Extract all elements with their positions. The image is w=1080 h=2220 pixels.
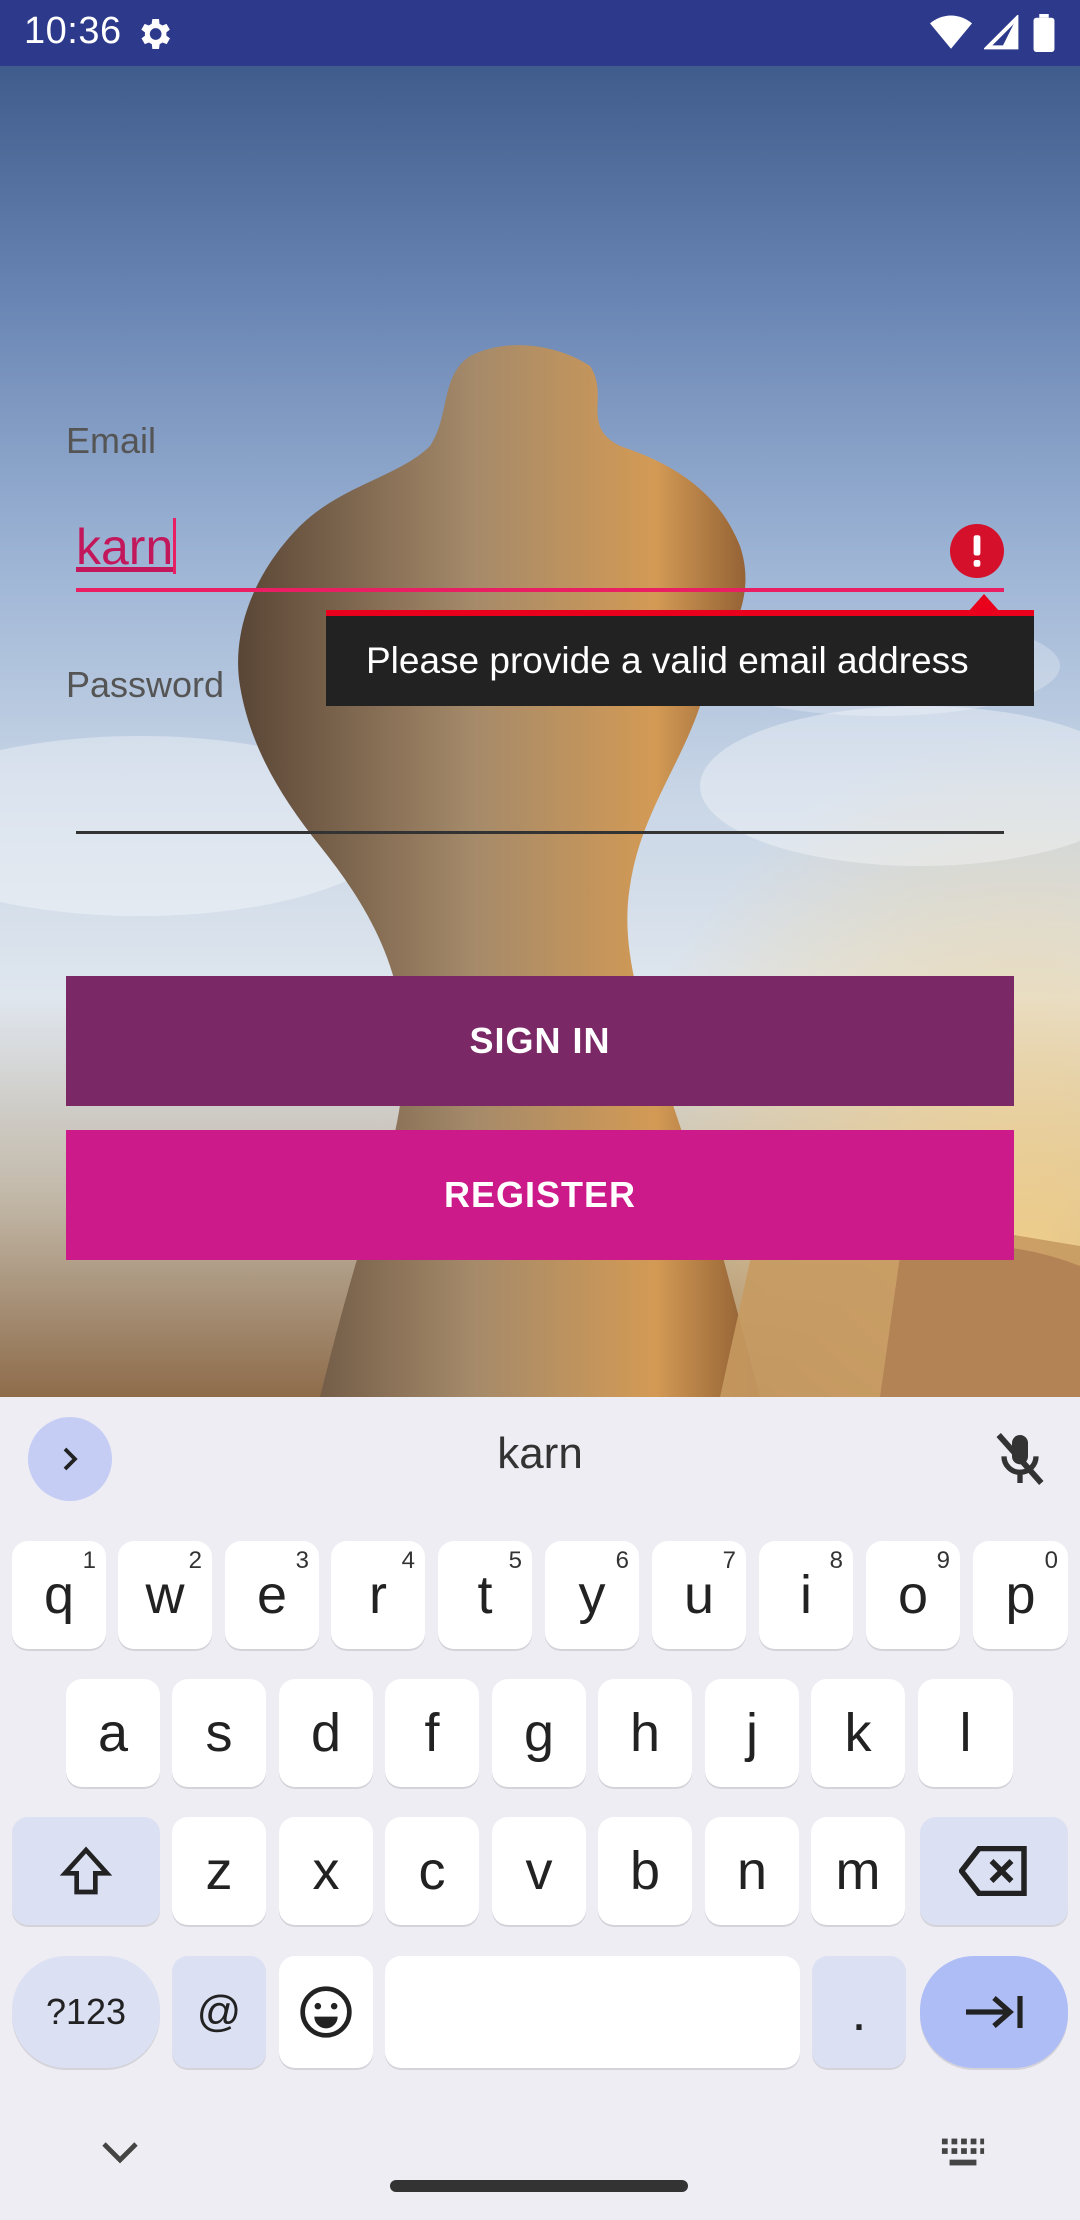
key-o[interactable]: o9 bbox=[866, 1541, 960, 1649]
key-d[interactable]: d bbox=[279, 1679, 373, 1787]
period-key[interactable]: . bbox=[812, 1956, 906, 2068]
text-caret bbox=[173, 518, 176, 574]
error-tooltip-text: Please provide a valid email address bbox=[366, 640, 969, 681]
next-key[interactable] bbox=[920, 1956, 1068, 2068]
status-time: 10:36 bbox=[24, 10, 122, 52]
battery-icon bbox=[1033, 14, 1055, 52]
suggestion-strip: karn bbox=[0, 1397, 1080, 1517]
error-icon bbox=[950, 524, 1004, 578]
emoji-icon bbox=[300, 1986, 352, 2038]
backspace-icon bbox=[959, 1846, 1027, 1896]
key-n[interactable]: n bbox=[705, 1817, 799, 1925]
register-button[interactable]: REGISTER bbox=[66, 1130, 1014, 1260]
key-q[interactable]: q1 bbox=[12, 1541, 106, 1649]
key-z[interactable]: z bbox=[172, 1817, 266, 1925]
key-s[interactable]: s bbox=[172, 1679, 266, 1787]
error-tooltip: Please provide a valid email address bbox=[326, 610, 1034, 706]
emoji-key[interactable] bbox=[279, 1956, 373, 2068]
key-a[interactable]: a bbox=[66, 1679, 160, 1787]
status-icons bbox=[930, 14, 1056, 52]
shift-key[interactable] bbox=[12, 1817, 160, 1925]
email-field[interactable]: karn bbox=[76, 510, 1004, 592]
key-i[interactable]: i8 bbox=[759, 1541, 853, 1649]
symbols-key[interactable]: ?123 bbox=[12, 1956, 160, 2068]
at-key[interactable]: @ bbox=[172, 1956, 266, 2068]
key-j[interactable]: j bbox=[705, 1679, 799, 1787]
gear-icon bbox=[141, 19, 170, 49]
email-input-value[interactable]: karn bbox=[76, 518, 173, 576]
sign-in-button[interactable]: SIGN IN bbox=[66, 976, 1014, 1106]
email-underline bbox=[76, 588, 1004, 592]
key-m[interactable]: m bbox=[811, 1817, 905, 1925]
key-k[interactable]: k bbox=[811, 1679, 905, 1787]
key-c[interactable]: c bbox=[385, 1817, 479, 1925]
key-w[interactable]: w2 bbox=[118, 1541, 212, 1649]
key-x[interactable]: x bbox=[279, 1817, 373, 1925]
key-b[interactable]: b bbox=[598, 1817, 692, 1925]
backspace-key[interactable] bbox=[920, 1817, 1068, 1925]
key-l[interactable]: l bbox=[918, 1679, 1013, 1787]
email-label: Email bbox=[66, 420, 157, 461]
key-v[interactable]: v bbox=[492, 1817, 586, 1925]
soft-keyboard: karn q1 w2 e3 r4 t5 y6 u7 i8 o9 p0 a s d… bbox=[0, 1397, 1080, 2220]
keyboard-icon[interactable] bbox=[940, 2136, 986, 2168]
status-bar: 10:36 bbox=[0, 0, 1080, 66]
signal-icon bbox=[984, 15, 1019, 50]
tab-arrow-icon bbox=[966, 1996, 1023, 2028]
key-g[interactable]: g bbox=[492, 1679, 586, 1787]
word-suggestion[interactable]: karn bbox=[0, 1429, 1080, 1479]
key-f[interactable]: f bbox=[385, 1679, 479, 1787]
space-key[interactable] bbox=[385, 1956, 800, 2068]
password-label: Password bbox=[66, 664, 225, 705]
key-p[interactable]: p0 bbox=[973, 1541, 1068, 1649]
key-t[interactable]: t5 bbox=[438, 1541, 532, 1649]
home-gesture-bar[interactable] bbox=[390, 2180, 688, 2192]
wifi-icon bbox=[930, 15, 972, 49]
key-y[interactable]: y6 bbox=[545, 1541, 639, 1649]
password-field[interactable] bbox=[76, 831, 1004, 834]
key-h[interactable]: h bbox=[598, 1679, 692, 1787]
key-r[interactable]: r4 bbox=[331, 1541, 425, 1649]
key-u[interactable]: u7 bbox=[652, 1541, 746, 1649]
shift-icon bbox=[59, 1846, 113, 1895]
key-e[interactable]: e3 bbox=[225, 1541, 319, 1649]
mic-off-icon[interactable] bbox=[988, 1427, 1052, 1491]
chevron-down-icon[interactable] bbox=[100, 2140, 140, 2164]
